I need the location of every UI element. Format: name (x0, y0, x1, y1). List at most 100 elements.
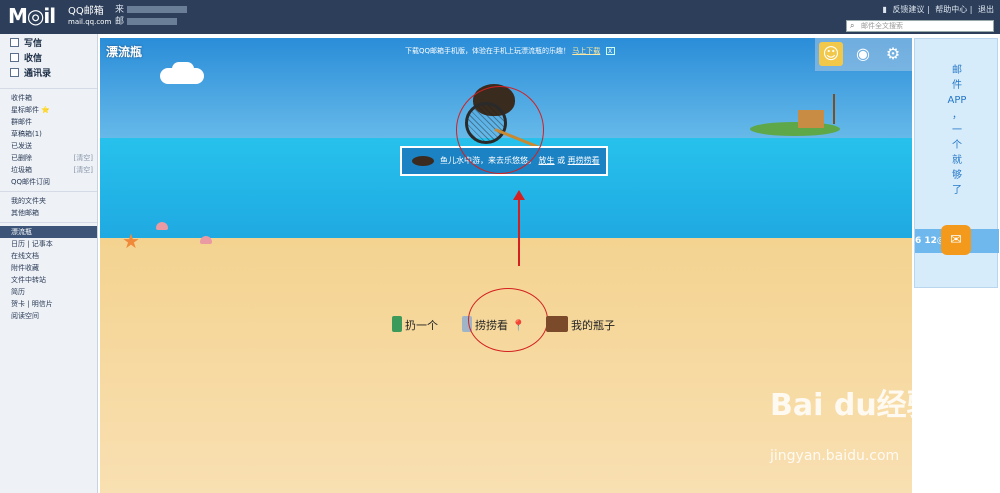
try-again-link[interactable]: 再捞捞看 (568, 156, 600, 165)
sidebar-item-reading[interactable]: 阅读空间 (0, 310, 97, 322)
logout-link[interactable]: 退出 (978, 5, 994, 14)
crate-icon (546, 316, 568, 332)
folder-label: 群邮件 (11, 118, 32, 126)
toolbar: ☺ ◉ ⚙ (815, 38, 912, 71)
download-link[interactable]: 马上下载 (572, 47, 600, 55)
profile-icon[interactable]: ☺ (819, 42, 843, 66)
logo-domain: mail.qq.com (68, 18, 112, 26)
folder-label: 已发送 (11, 142, 32, 150)
redacted-email (127, 18, 178, 25)
folder-list: 收件箱 星标邮件 ⭐ 群邮件 草稿箱(1) 已发送 已删除 [清空] 垃圾箱 [清空… (0, 88, 97, 322)
watermark-url: jingyan.baidu.com (770, 448, 900, 464)
sidebar-item-cards[interactable]: 贺卡 | 明信片 (0, 298, 97, 310)
sidebar-item-deleted[interactable]: 已删除 [清空] (0, 152, 97, 164)
mobile-app-ad[interactable]: 邮 件 APP ， 一 个 就 够 了 6 12◎ ⛓ ✉ (914, 38, 999, 288)
sidebar-item-drafts[interactable]: 草稿箱(1) (0, 128, 97, 140)
sidebar-item-other-mailbox[interactable]: 其他邮箱 (0, 207, 97, 219)
logo-name: QQ邮箱 (68, 6, 104, 17)
sidebar-item-attachments[interactable]: 附件收藏 (0, 262, 97, 274)
release-link[interactable]: 放生 (539, 156, 555, 165)
app-label: 在线文档 (11, 252, 39, 260)
empty-deleted-link[interactable]: [清空] (74, 152, 93, 164)
close-icon[interactable]: X (605, 47, 615, 55)
app-label: 漂流瓶 (11, 228, 32, 236)
phone-icon[interactable]: ▮ (882, 5, 886, 14)
ad-char: APP (947, 95, 967, 106)
receive-button[interactable]: 收信 (10, 52, 97, 67)
hut-icon (798, 110, 824, 128)
banner-text: 下载QQ邮箱手机版，体验在手机上玩漂流瓶的乐趣！ (405, 47, 571, 55)
sidebar-main-actions: 写信 收信 通讯录 (0, 34, 97, 82)
sidebar-item-drift-bottle[interactable]: 漂流瓶 (0, 226, 97, 238)
sidebar-item-resume[interactable]: 简历 (0, 286, 97, 298)
folder-label: 收件箱 (11, 94, 32, 102)
app-label: 日历 | 记事本 (11, 240, 53, 248)
sidebar-item-file-transfer[interactable]: 文件中转站 (0, 274, 97, 286)
folder-label: 其他邮箱 (11, 209, 39, 217)
folder-label: 星标邮件 ⭐ (11, 106, 50, 114)
annotation-circle (468, 288, 548, 352)
search-placeholder: 邮件全文搜索 (861, 22, 903, 30)
sidebar-item-starred[interactable]: 星标邮件 ⭐ (0, 104, 97, 116)
receive-label: 收信 (24, 54, 43, 64)
compose-button[interactable]: 写信 (10, 37, 97, 52)
page-title: 漂流瓶 (106, 45, 143, 59)
top-links: ▮ 反馈建议 | 帮助中心 | 退出 (882, 5, 994, 14)
my-bottles-button[interactable]: 我的瓶子 (546, 316, 615, 333)
sidebar-item-my-folders[interactable]: 我的文件夹 (0, 195, 97, 207)
bottle-icon (392, 316, 402, 332)
ad-char: 个 (952, 140, 962, 151)
sidebar-item-group[interactable]: 群邮件 (0, 116, 97, 128)
empty-spam-link[interactable]: [清空] (74, 164, 93, 176)
feedback-link[interactable]: 反馈建议 (892, 5, 924, 14)
inbox-icon (10, 53, 19, 62)
app-label: 文件中转站 (11, 276, 46, 284)
folder-label: 已删除 (11, 154, 32, 162)
annotation-circle (456, 86, 544, 174)
contacts-button[interactable]: 通讯录 (10, 67, 97, 82)
user-name-prefix: 来 (115, 5, 125, 15)
sidebar-item-calendar[interactable]: 日历 | 记事本 (0, 238, 97, 250)
folder-label: 草稿箱(1) (11, 130, 42, 138)
logo[interactable]: M◎il (8, 4, 56, 28)
app-label: 附件收藏 (11, 264, 39, 272)
sidebar-item-sent[interactable]: 已发送 (0, 140, 97, 152)
app-label: 阅读空间 (11, 312, 39, 320)
folder-label: QQ邮件订阅 (11, 178, 51, 186)
island (750, 122, 840, 136)
ad-char: 就 (952, 155, 962, 166)
redacted-name (127, 6, 188, 13)
app-label: 贺卡 | 明信片 (11, 300, 53, 308)
search-icon: ⌕ (850, 21, 855, 30)
divider (0, 222, 97, 223)
ad-text: 邮 件 APP ， 一 个 就 够 了 (915, 63, 999, 198)
sidebar-item-spam[interactable]: 垃圾箱 [清空] (0, 164, 97, 176)
ad-char: 够 (952, 170, 962, 181)
user-email-prefix: 邮 (115, 17, 125, 27)
user-info: 来 邮 (115, 4, 188, 28)
pencil-icon (10, 38, 19, 47)
folder-label: 我的文件夹 (11, 197, 46, 205)
gear-icon[interactable]: ⚙ (881, 42, 905, 66)
search-input[interactable]: ⌕ 邮件全文搜索 (846, 20, 994, 32)
throw-label: 扔一个 (405, 319, 438, 332)
small-fish-icon (412, 156, 434, 166)
folder-label: 垃圾箱 (11, 166, 32, 174)
contacts-icon (10, 68, 19, 77)
sidebar: 写信 收信 通讯录 收件箱 星标邮件 ⭐ 群邮件 草稿箱(1) 已发送 已删除 [… (0, 34, 98, 493)
shell-icon (200, 236, 212, 244)
help-link[interactable]: 帮助中心 (935, 5, 967, 14)
sidebar-item-inbox[interactable]: 收件箱 (0, 92, 97, 104)
ad-char: 一 (952, 125, 962, 136)
shell-icon (156, 222, 168, 230)
ad-char: 件 (952, 80, 962, 91)
drift-bottle-scene: 漂流瓶 下载QQ邮箱手机版，体验在手机上玩漂流瓶的乐趣！ 马上下载 X ☺ ◉ … (100, 38, 912, 493)
compose-label: 写信 (24, 39, 43, 49)
sidebar-item-subscriptions[interactable]: QQ邮件订阅 (0, 176, 97, 188)
app-label: 简历 (11, 288, 25, 296)
sidebar-item-docs[interactable]: 在线文档 (0, 250, 97, 262)
throw-bottle-button[interactable]: 扔一个 (392, 316, 438, 333)
download-banner: 下载QQ邮箱手机版，体验在手机上玩漂流瓶的乐趣！ 马上下载 X (405, 46, 615, 56)
eye-icon[interactable]: ◉ (851, 42, 875, 66)
divider (0, 191, 97, 192)
